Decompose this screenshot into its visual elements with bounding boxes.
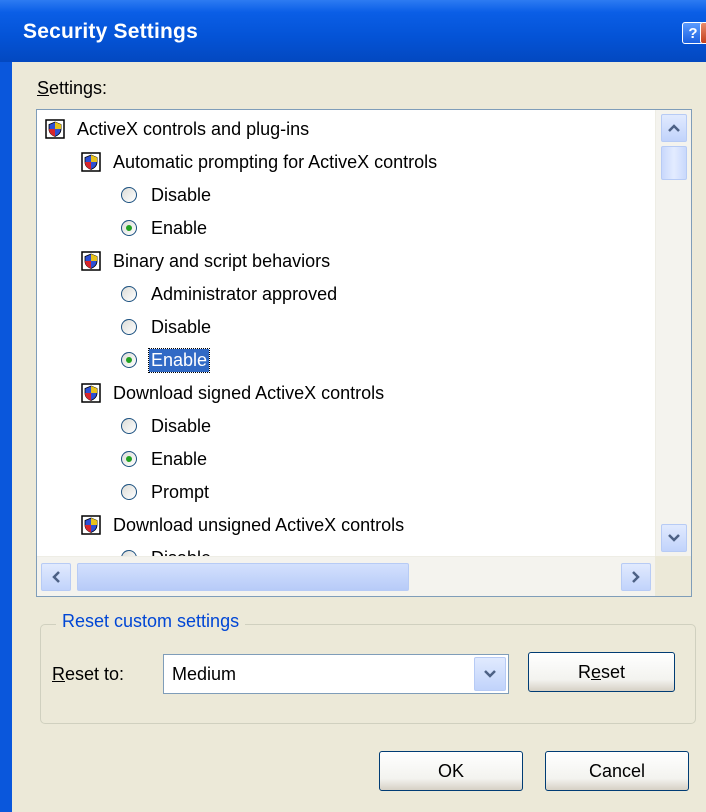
reset-level-dropdown[interactable]: Medium <box>163 654 509 694</box>
security-setting-icon <box>81 383 111 403</box>
tree-item-label: Disable <box>151 415 212 436</box>
reset-level-value: Medium <box>172 664 237 684</box>
scrollbar-corner <box>655 556 691 596</box>
radio-option-enable[interactable]: Enable <box>121 443 209 475</box>
window-frame-left <box>0 62 12 812</box>
title-bar[interactable]: Security Settings ? X <box>0 0 706 62</box>
radio-button[interactable] <box>121 418 137 434</box>
tree-item-label: Disable <box>151 316 212 337</box>
ok-button[interactable]: OK <box>379 751 523 791</box>
scroll-up-arrow-icon[interactable] <box>661 114 687 142</box>
reset-button[interactable]: Reset <box>528 652 675 692</box>
security-setting-icon <box>81 515 111 535</box>
security-settings-dialog: Security Settings ? X Settings: ActiveX … <box>0 0 706 812</box>
horizontal-scroll-thumb[interactable] <box>77 563 409 591</box>
tree-item-label: Prompt <box>151 481 210 502</box>
setting-item[interactable]: Download signed ActiveX controls <box>81 377 386 409</box>
category-item[interactable]: ActiveX controls and plug-ins <box>45 113 311 145</box>
vertical-scroll-thumb[interactable] <box>661 146 687 180</box>
setting-item[interactable]: Automatic prompting for ActiveX controls <box>81 146 439 178</box>
radio-option-enable[interactable]: Enable <box>121 212 209 244</box>
close-button[interactable]: X <box>700 22 706 44</box>
radio-option-enable[interactable]: Enable <box>121 344 211 376</box>
tree-item-label: Enable <box>151 448 208 469</box>
security-setting-icon <box>81 152 111 172</box>
radio-button-checked[interactable] <box>121 352 137 368</box>
tree-item-label: Disable <box>149 547 213 557</box>
radio-option-disable[interactable]: Disable <box>121 542 213 556</box>
chevron-down-icon[interactable] <box>474 657 506 691</box>
security-setting-icon <box>45 119 75 139</box>
horizontal-scrollbar[interactable] <box>37 556 655 596</box>
tree-item-label: Disable <box>151 184 212 205</box>
radio-option-disable[interactable]: Disable <box>121 179 213 211</box>
security-setting-icon <box>81 251 111 271</box>
tree-item-label: Enable <box>151 217 208 238</box>
settings-tree-list[interactable]: ActiveX controls and plug-ins Automatic p… <box>36 109 692 597</box>
scroll-left-arrow-icon[interactable] <box>41 563 71 591</box>
radio-button[interactable] <box>121 319 137 335</box>
radio-button[interactable] <box>121 484 137 500</box>
tree-item-label: Administrator approved <box>151 283 338 304</box>
radio-option-prompt[interactable]: Prompt <box>121 476 211 508</box>
radio-button-checked[interactable] <box>121 451 137 467</box>
scroll-down-arrow-icon[interactable] <box>661 524 687 552</box>
tree-item-label: ActiveX controls and plug-ins <box>77 118 310 139</box>
reset-group-title: Reset custom settings <box>56 611 246 632</box>
vertical-scrollbar[interactable] <box>655 110 691 556</box>
reset-to-label: Reset to: <box>52 664 125 684</box>
cancel-button[interactable]: Cancel <box>545 751 689 791</box>
settings-label: Settings: <box>37 78 108 98</box>
radio-option-administrator-approved[interactable]: Administrator approved <box>121 278 339 310</box>
tree-item-label: Binary and script behaviors <box>113 250 331 271</box>
scroll-right-arrow-icon[interactable] <box>621 563 651 591</box>
radio-button-checked[interactable] <box>121 220 137 236</box>
setting-item[interactable]: Download unsigned ActiveX controls <box>81 509 406 541</box>
settings-tree: ActiveX controls and plug-ins Automatic p… <box>37 110 655 556</box>
window-title: Security Settings <box>23 20 198 43</box>
radio-button[interactable] <box>121 187 137 203</box>
radio-option-disable[interactable]: Disable <box>121 311 213 343</box>
tree-item-label: Enable <box>147 347 211 373</box>
tree-item-label: Download signed ActiveX controls <box>113 382 385 403</box>
radio-option-disable[interactable]: Disable <box>121 410 213 442</box>
tree-item-label: Automatic prompting for ActiveX controls <box>113 151 438 172</box>
tree-item-label: Download unsigned ActiveX controls <box>113 514 405 535</box>
dialog-client-area: Settings: ActiveX controls and plug-ins A… <box>12 62 706 812</box>
radio-button[interactable] <box>121 286 137 302</box>
setting-item[interactable]: Binary and script behaviors <box>81 245 332 277</box>
